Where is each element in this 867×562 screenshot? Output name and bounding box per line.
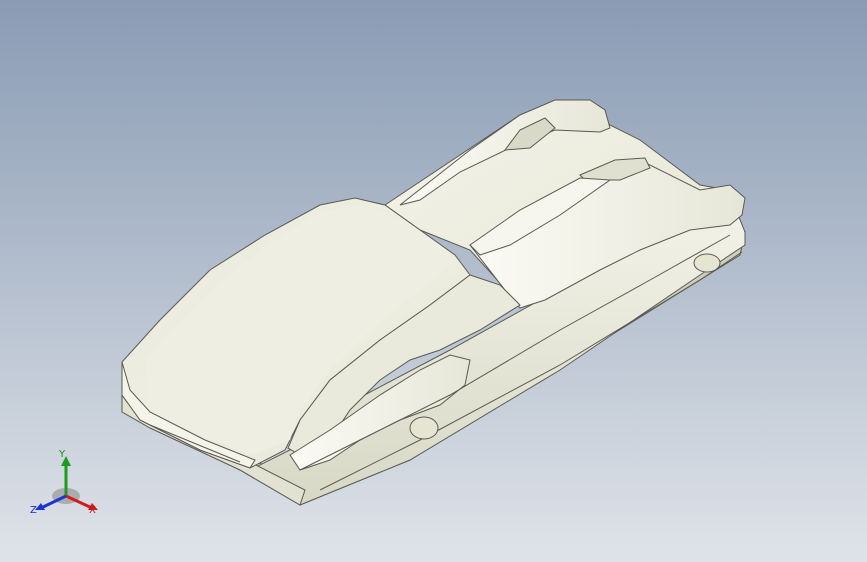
car-body-3d-model[interactable] bbox=[0, 0, 867, 562]
front-wheel bbox=[409, 416, 439, 440]
z-axis-label: Z bbox=[30, 505, 37, 516]
axis-triad: Y X Z bbox=[26, 450, 106, 520]
y-axis-label: Y bbox=[59, 449, 66, 460]
rear-wheel bbox=[693, 253, 721, 273]
graphics-viewport[interactable]: Y X Z bbox=[0, 0, 867, 562]
x-axis-label: X bbox=[89, 505, 96, 516]
